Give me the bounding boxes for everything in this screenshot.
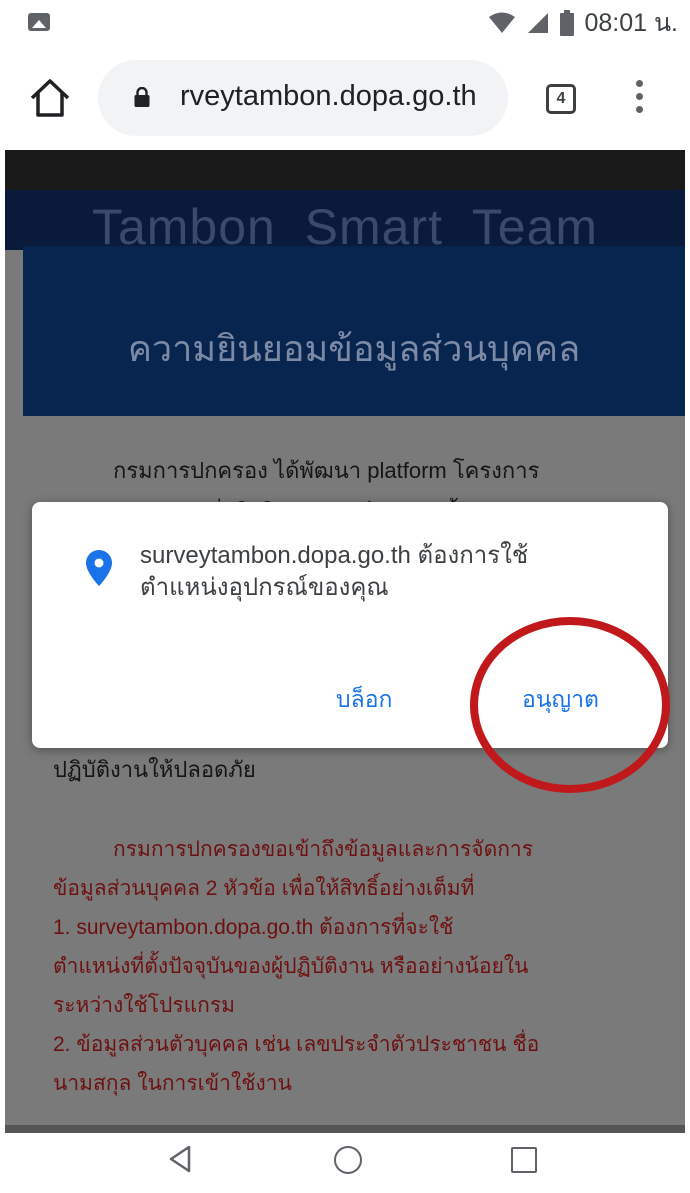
wifi-icon [489,12,516,33]
annotation-circle [470,617,670,793]
lock-icon [134,87,150,107]
page-top-bar [5,150,685,190]
page-bottom-edge [5,1125,685,1133]
home-nav-icon[interactable] [334,1146,362,1174]
signal-icon [528,13,549,33]
system-nav-bar [0,1133,690,1193]
consent-card-header: ความยินยอมข้อมูลส่วนบุคคล [23,246,685,416]
consent-title: ความยินยอมข้อมูลส่วนบุคคล [127,328,581,369]
browser-toolbar: rveytambon.dopa.go.th 4 [0,46,690,150]
url-text: rveytambon.dopa.go.th [180,80,477,112]
recents-icon[interactable] [511,1147,537,1173]
status-right: 08:01 น. [488,8,678,38]
clock: 08:01 น. [584,9,678,37]
brand-header: Tambon_Smart_Team [5,190,685,250]
consent-line: ตำแหน่งที่ตั้งปัจจุบันของผู้ปฏิบัติงาน ห… [53,955,529,978]
safety-line: ปฏิบัติงานให้ปลอดภัย [53,757,256,782]
consent-line: ระหว่างใช้โปรแกรม [53,994,236,1017]
block-button[interactable]: บล็อก [336,682,392,718]
back-icon[interactable] [165,1144,195,1174]
consent-line: 1. surveytambon.dopa.go.th ต้องการที่จะใ… [53,916,454,939]
intro-paragraph: กรมการปกครอง ได้พัฒนา platform โครงการ [53,454,673,488]
home-icon[interactable] [28,76,72,120]
status-bar: 08:01 น. [0,0,690,46]
consent-line: 2. ข้อมูลส่วนตัวบุคคล เช่น เลขประจำตัวปร… [53,1033,540,1056]
consent-line: ข้อมูลส่วนบุคคล 2 หัวข้อ เพื่อให้สิทธิ์อ… [53,877,475,900]
battery-icon [560,10,575,36]
address-bar[interactable]: rveytambon.dopa.go.th [98,60,508,136]
image-notification-icon [28,13,50,31]
intro-line: กรมการปกครอง ได้พัฒนา platform โครงการ [113,458,540,483]
consent-details: กรมการปกครองขอเข้าถึงข้อมูลและการจัดการ … [53,830,678,1103]
permission-message-line2: ตำแหน่งอุปกรณ์ของคุณ [140,574,389,601]
tab-switcher-button[interactable]: 4 [546,84,576,114]
brand-title: Tambon_Smart_Team [91,199,599,250]
permission-message-line1: surveytambon.dopa.go.th ต้องการใช้ [140,542,529,569]
consent-line: กรมการปกครองขอเข้าถึงข้อมูลและการจัดการ [113,838,533,861]
location-pin-icon [86,550,112,586]
consent-line: นามสกุล ในการเข้าใช้งาน [53,1072,292,1095]
permission-message: surveytambon.dopa.go.th ต้องการใช้ ตำแหน… [140,540,640,604]
overflow-menu-icon[interactable] [634,80,644,120]
